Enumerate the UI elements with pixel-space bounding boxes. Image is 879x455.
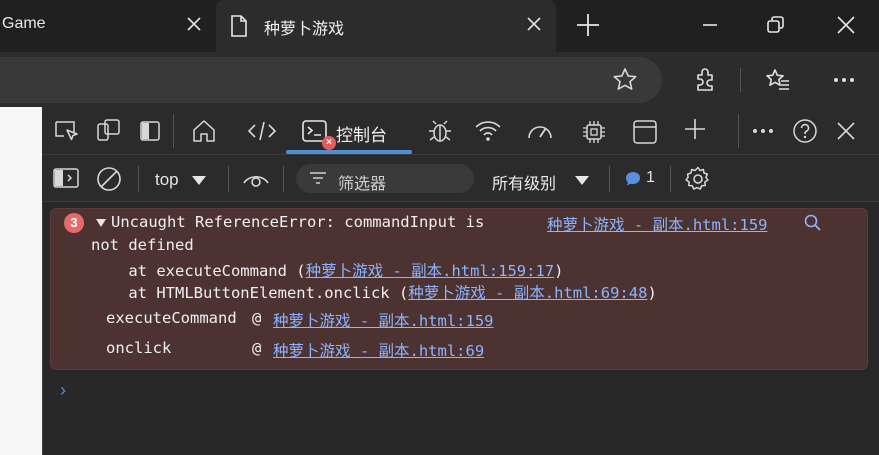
clear-console-icon[interactable] xyxy=(96,166,122,192)
application-window-icon[interactable] xyxy=(632,119,658,145)
address-bar[interactable] xyxy=(0,57,662,103)
elements-code-icon[interactable] xyxy=(247,119,277,143)
frame-at-symbol: @ xyxy=(252,309,262,327)
filter-divider xyxy=(228,166,229,192)
error-repeat-count-badge: 3 xyxy=(64,213,84,233)
performance-gauge-icon[interactable] xyxy=(525,118,555,144)
chevron-down-icon[interactable] xyxy=(191,174,207,186)
context-selector[interactable]: top xyxy=(155,170,179,190)
favorite-star-icon[interactable] xyxy=(611,66,639,94)
device-emulation-icon[interactable] xyxy=(96,118,122,144)
welcome-home-icon[interactable] xyxy=(191,118,217,144)
frame-function-name: executeCommand xyxy=(106,309,237,327)
stack-link[interactable]: 种萝卜游戏 - 副本.html:159:17 xyxy=(306,262,554,280)
frame-function-name: onclick xyxy=(106,339,172,357)
error-source-link[interactable]: 种萝卜游戏 - 副本.html:159 xyxy=(547,213,767,235)
close-tab-icon[interactable] xyxy=(524,14,544,34)
sources-bug-icon[interactable] xyxy=(426,117,454,145)
frame-source-link[interactable]: 种萝卜游戏 - 副本.html:159 xyxy=(273,309,493,331)
document-icon xyxy=(229,14,249,38)
page-viewport[interactable] xyxy=(0,107,42,455)
filter-placeholder: 筛选器 xyxy=(338,176,387,193)
add-tool-plus-icon[interactable] xyxy=(683,117,707,141)
active-tab-indicator xyxy=(286,150,412,154)
log-levels-dropdown[interactable]: 所有级别 xyxy=(492,170,556,194)
console-prompt[interactable]: › xyxy=(60,380,66,401)
tab-title: 种萝卜游戏 xyxy=(264,21,345,38)
filter-lines-icon xyxy=(309,170,327,186)
error-text-line2: not defined xyxy=(91,236,194,254)
error-text-line1: Uncaught ReferenceError: commandInput is xyxy=(111,213,485,231)
inspect-element-icon[interactable] xyxy=(54,119,80,143)
close-tab-icon[interactable] xyxy=(184,14,204,34)
network-wifi-icon[interactable] xyxy=(474,118,502,144)
devtools-more-icon[interactable] xyxy=(750,119,776,143)
help-icon[interactable] xyxy=(792,118,818,144)
filter-divider xyxy=(609,166,610,192)
favorites-icon[interactable] xyxy=(764,66,792,94)
new-tab-button[interactable] xyxy=(575,12,601,38)
message-bubble-icon[interactable] xyxy=(624,170,642,188)
tab-bar-divider xyxy=(173,114,174,148)
tab-game[interactable]: Game xyxy=(0,0,214,52)
stack-link[interactable]: 种萝卜游戏 - 副本.html:69:48 xyxy=(408,284,647,302)
filter-divider xyxy=(670,166,671,192)
expand-triangle-icon[interactable] xyxy=(96,219,106,227)
console-settings-gear-icon[interactable] xyxy=(684,165,712,193)
tab-active[interactable]: 种萝卜游戏 xyxy=(216,0,556,52)
toolbar-divider xyxy=(740,68,741,92)
dock-side-icon[interactable] xyxy=(139,120,161,142)
tab-console[interactable]: 控制台 xyxy=(336,121,387,146)
stack-trace-line: at HTMLButtonElement.onclick (种萝卜游戏 - 副本… xyxy=(91,284,657,302)
live-expression-eye-icon[interactable] xyxy=(242,168,270,190)
extensions-icon[interactable] xyxy=(690,66,718,94)
stack-trace-line: at executeCommand (种萝卜游戏 - 副本.html:159:1… xyxy=(91,262,564,280)
minimize-button[interactable] xyxy=(697,12,723,38)
filter-divider xyxy=(283,166,284,192)
search-magnifier-icon[interactable] xyxy=(803,213,823,233)
close-window-button[interactable] xyxy=(833,12,859,38)
sidebar-toggle-icon[interactable] xyxy=(53,167,79,189)
restore-button[interactable] xyxy=(762,12,788,38)
memory-chip-icon[interactable] xyxy=(580,118,608,146)
tab-bar-divider xyxy=(738,114,739,148)
close-devtools-icon[interactable] xyxy=(834,119,858,143)
message-count: 1 xyxy=(646,169,655,186)
filter-divider xyxy=(138,166,139,192)
frame-at-symbol: @ xyxy=(252,339,262,357)
tab-title: Game xyxy=(2,15,46,32)
console-error-badge: × xyxy=(322,136,336,150)
frame-source-link[interactable]: 种萝卜游戏 - 副本.html:69 xyxy=(273,339,484,361)
chevron-down-icon[interactable] xyxy=(574,174,590,186)
more-menu-icon[interactable] xyxy=(830,66,858,94)
